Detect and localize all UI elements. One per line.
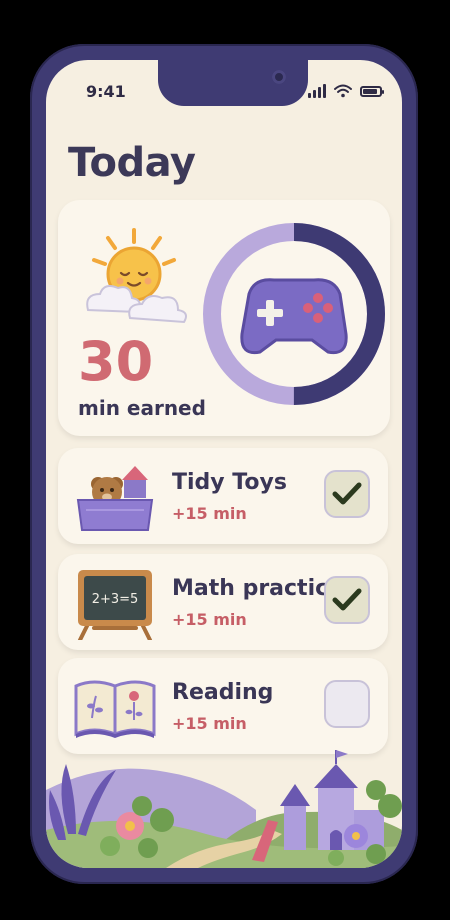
game-controller-icon [240,278,348,355]
task-reward: +15 min [172,714,247,733]
camera-icon [272,70,286,84]
sun-cloud-icon [86,228,187,324]
earned-minutes-label: min earned [78,396,206,420]
task-title: Reading [172,680,274,705]
svg-text:2+3=5: 2+3=5 [92,592,139,607]
task-reward: +15 min [172,504,247,523]
phone-frame: 9:41 Today 30 min earned Tidy Toys +15 m… [30,44,418,884]
castle-garden-illustration [46,750,402,868]
task-checkbox-checked[interactable] [324,470,370,518]
task-row-math-practice[interactable]: 2+3=5 Math practice +15 min [58,554,388,650]
earned-time-card: 30 min earned [58,200,390,436]
status-icons [308,82,384,100]
wifi-icon [334,84,352,98]
page-title: Today [68,140,196,186]
chalkboard-icon: 2+3=5 [78,570,152,640]
task-row-tidy-toys[interactable]: Tidy Toys +15 min [58,448,388,544]
checkmark-icon [332,482,362,505]
task-reward: +15 min [172,610,247,629]
toy-box-icon [76,466,154,531]
earned-minutes-value: 30 [78,330,154,393]
status-time: 9:41 [86,82,126,101]
open-book-icon [74,680,156,738]
cellular-signal-icon [308,84,326,98]
app-screen: 9:41 Today 30 min earned Tidy Toys +15 m… [46,60,402,868]
checkmark-icon [332,588,362,611]
task-checkbox-checked[interactable] [324,576,370,624]
task-title: Tidy Toys [172,470,287,495]
task-title: Math practice [172,576,344,601]
battery-icon [360,85,384,97]
progress-ring [203,223,385,405]
task-row-reading[interactable]: Reading +15 min [58,658,388,754]
notch [158,60,308,106]
task-checkbox-unchecked[interactable] [324,680,370,728]
